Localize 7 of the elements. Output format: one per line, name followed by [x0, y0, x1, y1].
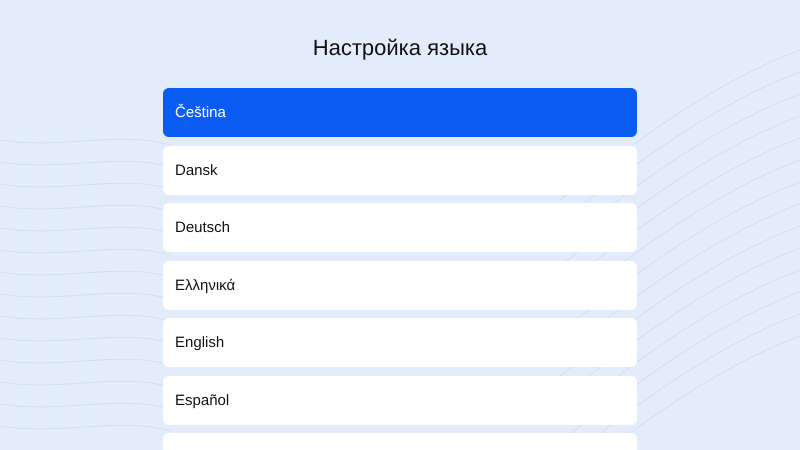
language-item[interactable]: Dansk [163, 146, 637, 194]
language-item[interactable]: Čeština [163, 88, 637, 137]
page-title: Настройка языка [312, 34, 488, 62]
language-item[interactable]: Deutsch [163, 203, 637, 252]
language-item[interactable]: English [163, 318, 637, 367]
language-item[interactable]: Ελληνικά [163, 260, 637, 310]
language-item[interactable]: Español [163, 376, 637, 424]
